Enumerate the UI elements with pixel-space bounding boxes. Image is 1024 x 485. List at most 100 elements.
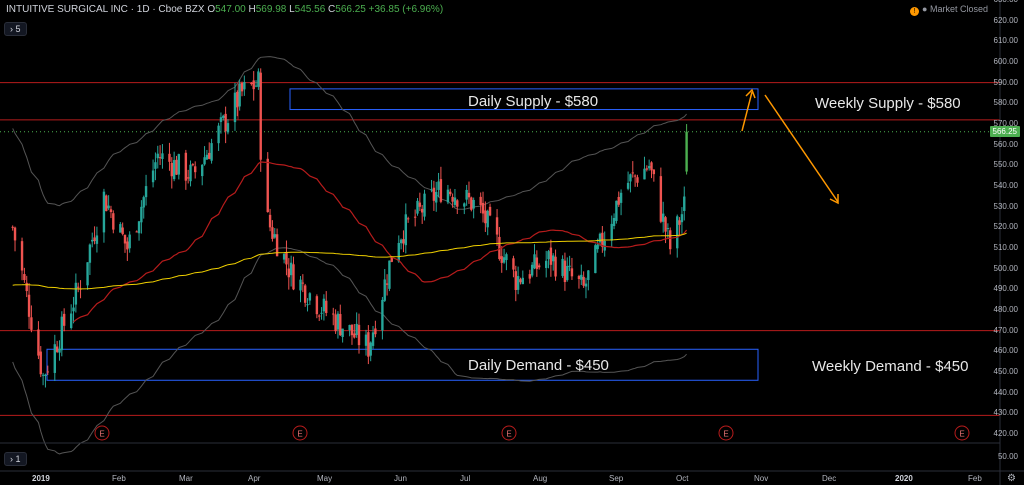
settings-gear-icon[interactable]: ⚙ — [1007, 473, 1016, 484]
price-tick: 450.00 — [993, 367, 1018, 376]
daily-demand-label: Daily Demand - $450 — [468, 357, 609, 374]
candle-body — [399, 239, 403, 244]
candle-body — [203, 157, 206, 165]
symbol-title[interactable]: INTUITIVE SURGICAL INC · 1D · Cboe BZX — [6, 4, 205, 15]
upper-band-line — [12, 56, 687, 210]
candle-body — [140, 206, 143, 223]
clock-icon: ! — [910, 7, 920, 16]
candle-body — [685, 131, 688, 172]
market-status[interactable]: ! ● Market Closed — [910, 4, 988, 16]
candle-body — [39, 351, 42, 375]
candle-body — [446, 189, 450, 203]
price-tick: 520.00 — [993, 222, 1018, 232]
candle-body — [254, 85, 258, 87]
candle-body — [582, 276, 585, 286]
candle-body — [512, 258, 515, 270]
candle-body — [552, 255, 555, 262]
candle-body — [467, 192, 471, 198]
candle-body — [353, 333, 356, 338]
candle-body — [224, 113, 227, 132]
candle-body — [292, 264, 295, 290]
candle-body — [612, 217, 616, 226]
candle-body — [303, 285, 307, 303]
candle-body — [126, 241, 129, 250]
candle-body — [240, 83, 244, 92]
candle-body — [423, 193, 426, 217]
price-tick: 500.00 — [993, 263, 1018, 273]
candle-body — [210, 143, 213, 161]
candle-body — [154, 162, 157, 169]
candle-body — [385, 283, 389, 285]
price-tick: 470.00 — [993, 325, 1018, 335]
candle-body — [318, 315, 321, 317]
time-tick: Sep — [609, 474, 624, 483]
candle-body — [456, 200, 459, 207]
price-tick: 510.00 — [993, 243, 1018, 252]
candle-body — [453, 197, 457, 205]
candle-body — [357, 324, 361, 346]
candle-body — [364, 334, 368, 346]
candle-body — [619, 192, 623, 203]
pane2-toggle[interactable]: › 1 — [4, 452, 27, 466]
time-tick: Aug — [533, 474, 548, 483]
candle-body — [74, 282, 78, 305]
candle-body — [383, 279, 386, 301]
candle-body — [25, 282, 28, 292]
candle-body — [243, 82, 246, 90]
candle-body — [374, 328, 377, 335]
indicators-toggle[interactable]: › 5 — [4, 22, 27, 36]
candle-body — [93, 237, 96, 241]
candle-body — [105, 195, 108, 212]
candle-body — [495, 217, 499, 235]
candle-body — [669, 230, 672, 250]
price-tick: 580.00 — [993, 98, 1018, 108]
candle-body — [222, 115, 225, 118]
candle-body — [678, 220, 681, 225]
candle-body — [404, 214, 407, 246]
candle-body — [339, 314, 342, 336]
candle-body — [144, 186, 148, 198]
candle-body — [151, 170, 155, 183]
candle-body — [268, 214, 272, 228]
candle-body — [519, 279, 522, 283]
candle-body — [205, 154, 209, 160]
candle-body — [201, 164, 204, 177]
candle-body — [350, 324, 354, 336]
candle-body — [72, 307, 75, 312]
time-tick: Nov — [754, 474, 769, 483]
candle-body — [598, 233, 602, 243]
price-tick: 460.00 — [993, 346, 1018, 356]
time-tick: 2020 — [895, 474, 913, 483]
price-tick: 490.00 — [993, 284, 1018, 294]
candle-body — [112, 213, 115, 230]
candle-body — [325, 300, 328, 313]
price-chart[interactable]: EEEEE — [0, 0, 1024, 485]
candle-body — [355, 323, 358, 336]
bollinger-band — [12, 56, 687, 455]
price-tick: 560.00 — [993, 139, 1018, 149]
low-value: 545.56 — [294, 4, 326, 15]
candle-body — [250, 83, 253, 85]
candle-body — [123, 234, 127, 244]
candle-body — [652, 169, 656, 175]
candle-body — [172, 160, 176, 180]
candle-body — [472, 199, 475, 209]
candle-body — [336, 313, 340, 330]
candle-body — [184, 152, 188, 181]
candle-body — [107, 205, 110, 209]
candle-body — [332, 313, 335, 315]
candle-body — [662, 213, 665, 222]
candle-body — [388, 260, 391, 289]
candle-body — [451, 196, 454, 202]
candle-body — [631, 172, 634, 174]
price-tick: 600.00 — [993, 57, 1018, 66]
candle-body — [348, 325, 351, 331]
candle-body — [537, 265, 541, 268]
candle-body — [369, 342, 372, 356]
candle-body — [11, 226, 14, 228]
candle-body — [479, 196, 482, 206]
candle-body — [175, 159, 178, 175]
candle-body — [168, 153, 171, 162]
candle-body — [439, 179, 443, 202]
candle-body — [505, 254, 508, 261]
